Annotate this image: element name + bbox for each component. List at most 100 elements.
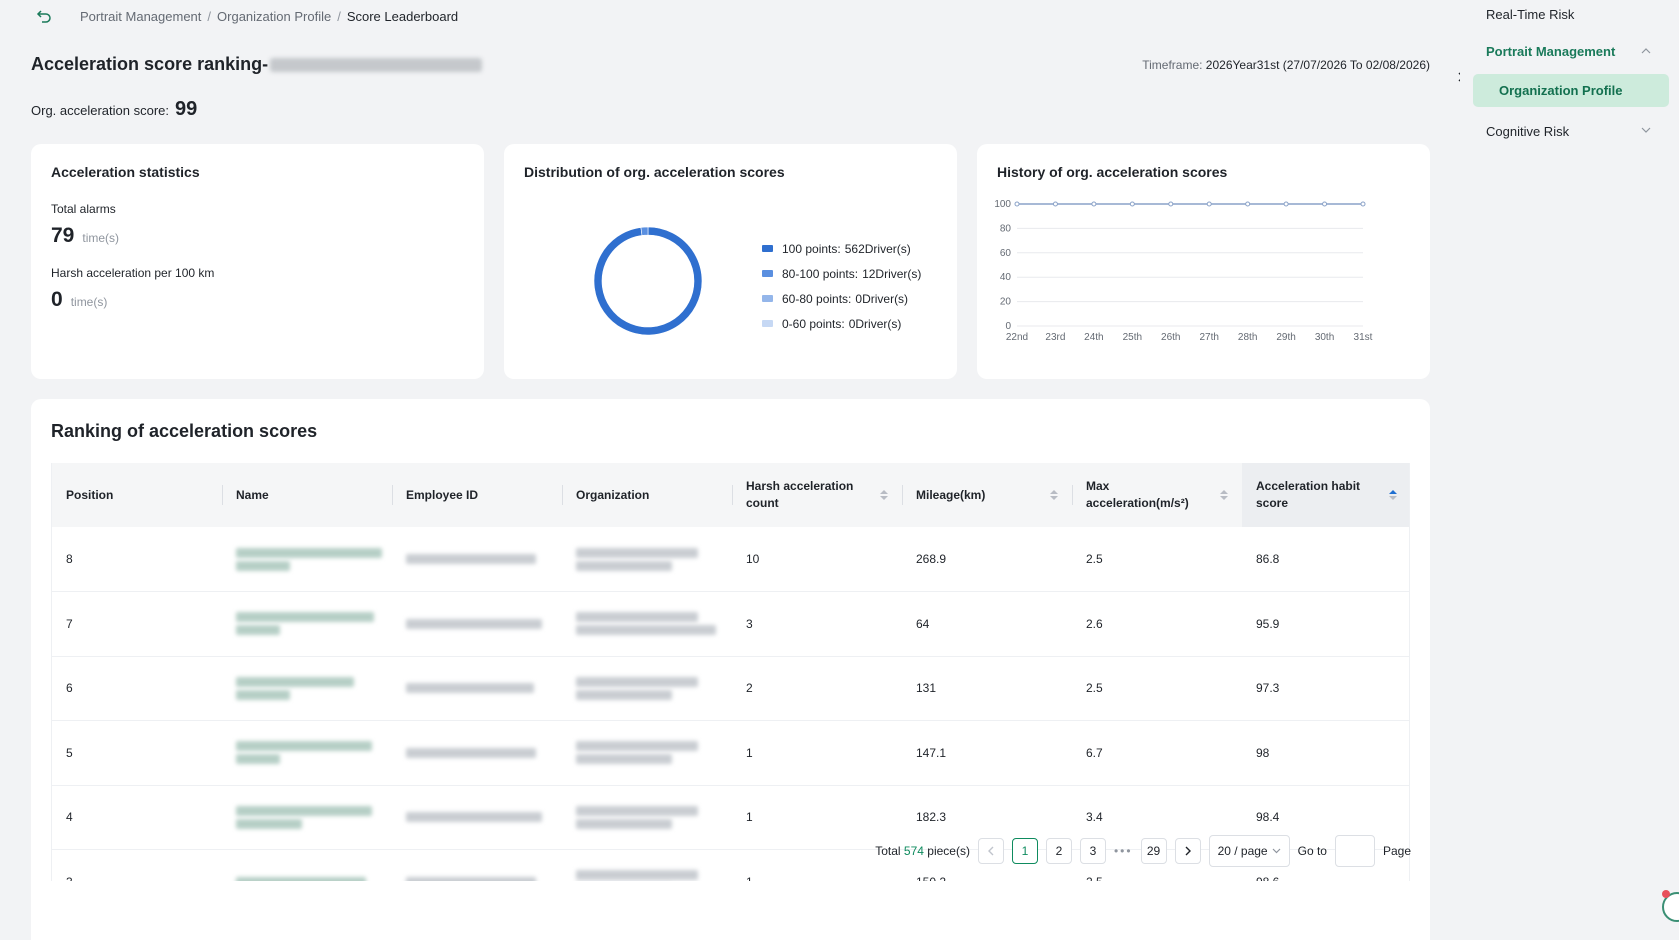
column-header-habit-score[interactable]: Acceleration habit score: [1242, 463, 1409, 527]
table-row[interactable]: 7 3 64 2.6 95.9: [52, 592, 1409, 657]
timeframe-label: Timeframe:: [1142, 58, 1203, 72]
ranking-table-wrapper[interactable]: Position Name Employee ID Organization H…: [51, 463, 1410, 881]
data-point[interactable]: [1129, 201, 1135, 207]
main-content: Portrait Management / Organization Profi…: [0, 0, 1460, 940]
page-button-1[interactable]: 1: [1011, 838, 1038, 864]
table-row[interactable]: 5 1 147.1 6.7 98: [52, 721, 1409, 786]
data-point[interactable]: [1206, 201, 1212, 207]
cell-habit-score: 97.3: [1256, 681, 1280, 696]
distribution-donut-chart: [593, 226, 703, 336]
cell-employee-id: [392, 721, 562, 786]
data-point[interactable]: [1322, 201, 1328, 207]
column-header-max-acceleration[interactable]: Max acceleration(m/s²): [1072, 463, 1242, 527]
y-tick-label: 100: [994, 199, 1011, 210]
back-icon[interactable]: [34, 6, 54, 26]
sidebar-item-organization-profile[interactable]: Organization Profile: [1473, 74, 1669, 107]
cell-mileage: 268.9: [916, 552, 947, 566]
legend-item[interactable]: 100 points: 562Driver(s): [762, 236, 921, 261]
page-ellipsis[interactable]: •••: [1114, 844, 1133, 858]
page-label: Page: [1382, 844, 1411, 858]
cell-organization: [562, 592, 732, 657]
x-tick-label: 29th: [1276, 332, 1295, 343]
legend-value: 0Driver(s): [855, 291, 909, 306]
redacted-organization: [576, 612, 698, 623]
legend-label: 100 points:: [782, 241, 841, 256]
total-prefix: Total: [875, 844, 901, 858]
sort-icon[interactable]: [880, 490, 888, 500]
total-alarms: 79 time(s): [51, 224, 464, 248]
cell-position: 6: [66, 681, 73, 696]
data-point[interactable]: [1091, 201, 1097, 207]
donut-slice[interactable]: [640, 226, 649, 236]
total-count: 574: [903, 844, 924, 858]
sort-ascending-icon[interactable]: [1389, 490, 1397, 500]
page-size-select[interactable]: 20 / page: [1208, 835, 1290, 867]
page-button-2[interactable]: 2: [1045, 838, 1072, 864]
sidebar-item-real-time-risk[interactable]: Real-Time Risk: [1486, 7, 1574, 22]
column-header-mileage[interactable]: Mileage(km): [902, 463, 1072, 527]
prev-page-button[interactable]: [977, 838, 1004, 864]
column-header-label: Organization: [576, 487, 650, 502]
x-tick-label: 26th: [1161, 332, 1180, 343]
table-header-row: Position Name Employee ID Organization H…: [52, 463, 1409, 527]
redacted-organization: [576, 805, 698, 816]
data-point[interactable]: [1283, 201, 1289, 207]
cell-position: 8: [66, 552, 73, 566]
redacted-organization: [576, 547, 698, 558]
ranking-table: Position Name Employee ID Organization H…: [52, 463, 1409, 881]
data-point[interactable]: [1052, 201, 1058, 207]
cell-harsh-count: 2: [746, 681, 753, 696]
page-button-3[interactable]: 3: [1079, 838, 1106, 864]
redacted-organization: [576, 870, 698, 881]
x-tick-label: 23rd: [1045, 332, 1065, 343]
x-tick-label: 31st: [1354, 332, 1373, 343]
data-point[interactable]: [1245, 201, 1251, 207]
column-header-label: Max acceleration(m/s²): [1086, 479, 1189, 510]
redacted-name: [236, 625, 280, 636]
sidebar-group-portrait-management[interactable]: Portrait Management: [1486, 44, 1615, 59]
breadcrumb-separator: /: [207, 8, 212, 24]
redacted-name: [236, 547, 382, 558]
legend-label: 0-60 points:: [782, 316, 845, 331]
page-button-last[interactable]: 29: [1140, 838, 1167, 864]
breadcrumb-organization-profile[interactable]: Organization Profile: [217, 9, 331, 24]
cell-name: [222, 785, 392, 850]
sort-icon[interactable]: [1220, 490, 1228, 500]
legend-item[interactable]: 0-60 points: 0Driver(s): [762, 311, 921, 336]
ranking-card: Ranking of acceleration scores Position …: [31, 399, 1430, 940]
redacted-name: [236, 689, 290, 700]
donut-slice[interactable]: [593, 226, 703, 336]
redacted-employee-id: [406, 876, 536, 881]
legend-item[interactable]: 60-80 points: 0Driver(s): [762, 286, 921, 311]
table-row[interactable]: 8 10 268.9 2.5 86.8: [52, 527, 1409, 592]
next-page-button[interactable]: [1174, 838, 1201, 864]
legend-value: 562Driver(s): [844, 241, 911, 256]
sidebar-item-cognitive-risk[interactable]: Cognitive Risk: [1486, 124, 1569, 139]
redacted-employee-id: [406, 554, 536, 564]
column-header-harsh-count[interactable]: Harsh acceleration count: [732, 463, 902, 527]
breadcrumb-portrait-management[interactable]: Portrait Management: [80, 9, 201, 24]
cell-employee-id: [392, 656, 562, 721]
pagination: Total 574 piece(s) 1 2 3 ••• 29 20 / pag…: [875, 835, 1411, 867]
chevron-down-icon[interactable]: [1641, 127, 1651, 134]
chevron-up-icon[interactable]: [1641, 47, 1651, 54]
org-score-label: Org. acceleration score:: [31, 103, 170, 118]
cell-position: 4: [66, 810, 73, 825]
legend-item[interactable]: 80-100 points: 12Driver(s): [762, 261, 921, 286]
sort-icon[interactable]: [1050, 490, 1058, 500]
table-row[interactable]: 6 2 131 2.5 97.3: [52, 656, 1409, 721]
sidebar: Real-Time Risk Portrait Management Organ…: [1460, 0, 1679, 940]
cell-employee-id: [392, 592, 562, 657]
redacted-organization: [576, 676, 698, 687]
data-point[interactable]: [1014, 201, 1020, 207]
data-point[interactable]: [1168, 201, 1174, 207]
goto-page-input[interactable]: [1334, 835, 1375, 867]
redacted-employee-id: [406, 747, 536, 758]
x-tick-label: 24th: [1084, 332, 1103, 343]
cell-name: [222, 850, 392, 881]
column-header-label: Name: [236, 487, 269, 502]
cell-employee-id: [392, 785, 562, 850]
x-tick-label: 27th: [1199, 332, 1218, 343]
cell-mileage: 64: [916, 616, 930, 631]
data-point[interactable]: [1360, 201, 1366, 207]
